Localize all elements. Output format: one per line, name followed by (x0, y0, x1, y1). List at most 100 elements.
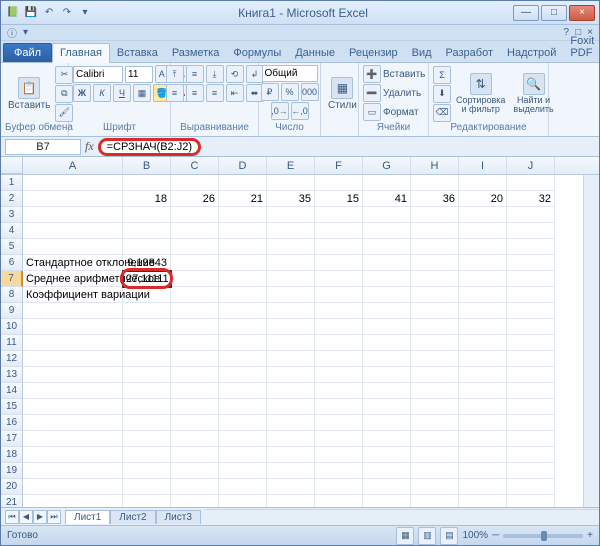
cell[interactable] (315, 383, 363, 399)
cell[interactable] (411, 463, 459, 479)
cell[interactable] (411, 495, 459, 507)
cell[interactable] (411, 319, 459, 335)
qat-dropdown-icon[interactable]: ▾ (77, 5, 93, 21)
cell[interactable] (315, 463, 363, 479)
row-header[interactable]: 2 (1, 191, 23, 207)
maximize-button[interactable]: □ (541, 5, 567, 21)
cell[interactable] (171, 287, 219, 303)
cell[interactable] (459, 319, 507, 335)
cell[interactable] (411, 383, 459, 399)
cell[interactable] (171, 175, 219, 191)
row-header[interactable]: 5 (1, 239, 23, 255)
cell[interactable] (171, 431, 219, 447)
cell[interactable] (363, 495, 411, 507)
spreadsheet-grid[interactable]: ABCDEFGHIJ 121826213515413620323456Станд… (1, 157, 599, 507)
row-header[interactable]: 8 (1, 287, 23, 303)
autosum-icon[interactable]: Σ (433, 66, 451, 84)
row-header[interactable]: 19 (1, 463, 23, 479)
cell[interactable] (315, 415, 363, 431)
row-header[interactable]: 13 (1, 367, 23, 383)
row-header[interactable]: 7 (1, 271, 23, 287)
cell[interactable] (267, 207, 315, 223)
styles-button[interactable]: ▦ Стили (325, 76, 360, 112)
cell[interactable] (363, 223, 411, 239)
cell[interactable] (507, 207, 555, 223)
cell[interactable] (123, 319, 171, 335)
orientation-icon[interactable]: ⟲ (226, 65, 244, 83)
currency-icon[interactable]: ₽ (261, 83, 279, 101)
cell[interactable] (507, 255, 555, 271)
cell[interactable] (171, 383, 219, 399)
cell[interactable] (123, 367, 171, 383)
cell[interactable] (507, 415, 555, 431)
tab-formulas[interactable]: Формулы (226, 44, 288, 62)
row-header[interactable]: 17 (1, 431, 23, 447)
view-layout-icon[interactable]: ▥ (418, 527, 436, 545)
cell[interactable] (459, 495, 507, 507)
cell[interactable] (411, 207, 459, 223)
cell[interactable] (267, 303, 315, 319)
cell[interactable] (459, 351, 507, 367)
cell[interactable] (315, 207, 363, 223)
delete-cells-button[interactable]: ➖Удалить (363, 84, 421, 102)
cell[interactable] (315, 399, 363, 415)
zoom-out-button[interactable]: ─ (492, 530, 499, 541)
cell[interactable] (459, 255, 507, 271)
column-header[interactable]: I (459, 157, 507, 174)
row-header[interactable]: 1 (1, 175, 23, 191)
row-header[interactable]: 14 (1, 383, 23, 399)
cell[interactable]: 21 (219, 191, 267, 207)
cell[interactable] (23, 399, 123, 415)
cell[interactable] (219, 287, 267, 303)
row-header[interactable]: 21 (1, 495, 23, 507)
inc-decimal-icon[interactable]: ,0→ (271, 102, 289, 120)
cell[interactable] (23, 431, 123, 447)
fill-icon[interactable]: ⬇ (433, 85, 451, 103)
cell[interactable] (219, 319, 267, 335)
cell[interactable] (219, 335, 267, 351)
cell[interactable] (23, 367, 123, 383)
redo-icon[interactable]: ↷ (59, 5, 75, 21)
cell[interactable] (459, 223, 507, 239)
cell[interactable] (363, 255, 411, 271)
info-dropdown-icon[interactable]: ▾ (23, 27, 28, 38)
insert-cells-button[interactable]: ➕Вставить (363, 65, 425, 83)
row-header[interactable]: 11 (1, 335, 23, 351)
cell[interactable] (315, 479, 363, 495)
percent-icon[interactable]: % (281, 83, 299, 101)
italic-icon[interactable]: К (93, 84, 111, 102)
dec-decimal-icon[interactable]: ←,0 (291, 102, 309, 120)
cell[interactable] (171, 223, 219, 239)
cell[interactable] (315, 319, 363, 335)
cell[interactable] (23, 447, 123, 463)
clear-icon[interactable]: ⌫ (433, 104, 451, 122)
cell[interactable] (315, 447, 363, 463)
cell[interactable] (507, 495, 555, 507)
cell[interactable] (459, 463, 507, 479)
cell[interactable] (171, 479, 219, 495)
cell[interactable]: 36 (411, 191, 459, 207)
cell[interactable] (411, 239, 459, 255)
cell[interactable]: 26 (171, 191, 219, 207)
sheet-prev-icon[interactable]: ◀ (19, 510, 33, 524)
cell[interactable] (171, 255, 219, 271)
cell[interactable] (507, 335, 555, 351)
cell[interactable] (123, 383, 171, 399)
cell[interactable] (219, 383, 267, 399)
tab-layout[interactable]: Разметка (165, 44, 227, 62)
column-header[interactable]: A (23, 157, 123, 174)
align-right-icon[interactable]: ≡ (206, 84, 224, 102)
cell[interactable] (219, 255, 267, 271)
cell[interactable] (507, 351, 555, 367)
save-icon[interactable]: 💾 (23, 5, 39, 21)
cell[interactable]: 20 (459, 191, 507, 207)
cell[interactable] (23, 495, 123, 507)
row-header[interactable]: 18 (1, 447, 23, 463)
cell[interactable] (363, 351, 411, 367)
formula-input-highlight[interactable]: =СРЗНАЧ(B2:J2) (98, 138, 201, 156)
cell[interactable] (507, 447, 555, 463)
cell[interactable] (411, 175, 459, 191)
cell[interactable] (411, 351, 459, 367)
cell[interactable] (363, 479, 411, 495)
cell[interactable] (219, 303, 267, 319)
